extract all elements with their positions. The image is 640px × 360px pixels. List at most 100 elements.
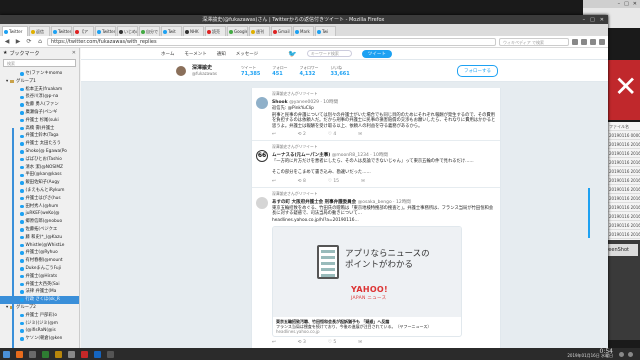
message-icon[interactable]: ✉: [361, 179, 365, 184]
sidebar-icon[interactable]: [581, 38, 587, 45]
nav-messages[interactable]: メッセージ: [236, 51, 258, 57]
folder-icon[interactable]: [55, 350, 62, 358]
file-list-item[interactable]: 20190116 2016X: [608, 221, 640, 230]
nav-home[interactable]: ホーム: [161, 51, 174, 57]
tweet[interactable]: 深澤諭史さんがリツイート Shook @yanee0029 · 10時間 返信先: …: [252, 88, 500, 141]
avatar[interactable]: [256, 97, 268, 109]
bookmark-item[interactable]: 廣瀬倫子(ペンギ: [0, 109, 79, 117]
scrollbar[interactable]: [588, 188, 590, 238]
start-menu-icon[interactable]: [3, 350, 10, 358]
file-list-item[interactable]: 20190116 2016X: [608, 194, 640, 203]
browser-tab[interactable]: Gmail: [271, 26, 292, 36]
twitter-search-input[interactable]: キーワード検索: [306, 50, 352, 57]
retweet-icon[interactable]: ⟲ 2: [298, 132, 306, 137]
reply-icon[interactable]: ↩: [272, 179, 276, 184]
extension-icon[interactable]: [590, 38, 596, 45]
browser-tab[interactable]: いじめの: [117, 26, 138, 36]
tweet[interactable]: 深澤諭史さんがリツイート あすの町 大阪府弁護士会 刑事弁護委員会 @osaka_…: [252, 188, 500, 349]
minimize-icon[interactable]: –: [583, 17, 586, 23]
file-list-item[interactable]: 20190116 2016X: [608, 230, 640, 239]
app-icon[interactable]: [94, 350, 101, 358]
browser-tab[interactable]: 自分で: [139, 26, 160, 36]
link-card[interactable]: アプリならニュースの ポイントがわかる YAHOO! JAPAN ニュース 東京五輪招致…: [272, 226, 462, 337]
profile-stat[interactable]: ツイート 71,385: [241, 65, 260, 77]
firefox-icon[interactable]: [16, 350, 23, 358]
profile-stat[interactable]: フォロー 451: [272, 65, 287, 77]
reply-icon[interactable]: ↩: [272, 340, 276, 345]
message-icon[interactable]: ✉: [358, 340, 362, 345]
maximize-icon[interactable]: □: [624, 1, 629, 7]
file-list-item[interactable]: 20190116 2016X: [608, 149, 640, 158]
browser-tab[interactable]: Twitter: [51, 26, 72, 36]
tweet[interactable]: 深澤諭史さんがリツイート 66 ムーナスる(元ムーパン主事) @moonR8_123…: [252, 141, 500, 188]
bookmark-item[interactable]: セ(ファンキmomo: [0, 70, 79, 78]
browser-tab[interactable]: Twitter: [95, 26, 116, 36]
file-list-item[interactable]: ファイル名: [608, 122, 640, 131]
reload-icon[interactable]: ⟳: [25, 38, 33, 46]
bookmark-folder[interactable]: ▾ グループ1: [0, 78, 79, 86]
browser-tab[interactable]: 読売: [205, 26, 226, 36]
file-list-item[interactable]: 20190116 2016X: [608, 212, 640, 221]
tweet-link[interactable]: headlines.yahoo.co.jp/hl?a=20190116…: [272, 218, 496, 224]
file-list-item[interactable]: 20190116 2016X: [608, 203, 640, 212]
twisty-icon[interactable]: ▾: [6, 304, 8, 312]
maximize-icon[interactable]: □: [590, 17, 595, 23]
avatar[interactable]: 66: [256, 150, 268, 162]
browser-tab[interactable]: Mark: [293, 26, 314, 36]
nav-notifications[interactable]: 通知: [217, 51, 226, 57]
app-icon[interactable]: [81, 350, 88, 358]
menu-icon[interactable]: [599, 38, 605, 45]
back-icon[interactable]: ◀: [3, 38, 11, 46]
close-icon[interactable]: ✕: [600, 17, 604, 23]
browser-tab[interactable]: Twitter: [2, 26, 28, 36]
nav-moments[interactable]: モーメント: [184, 51, 206, 57]
avatar[interactable]: [256, 196, 268, 209]
file-list-item[interactable]: 20190116 2016X: [608, 140, 640, 149]
sidebar-search-input[interactable]: 検索: [3, 59, 76, 67]
app-icon[interactable]: [68, 350, 75, 358]
bookmark-item[interactable]: 長谷川淳(@p-na: [0, 93, 79, 101]
home-icon[interactable]: ⌂: [36, 38, 44, 46]
library-icon[interactable]: [572, 38, 578, 45]
reply-to[interactable]: 返信先: @PinkYuClip: [272, 106, 496, 112]
minimize-icon[interactable]: –: [618, 1, 621, 7]
retweet-icon[interactable]: ⟲ 3: [298, 340, 306, 345]
follow-button[interactable]: フォローする: [457, 64, 498, 77]
sidebar-title[interactable]: ブックマーク: [9, 50, 39, 57]
browser-tab[interactable]: NHK: [183, 26, 204, 36]
tweet-button[interactable]: ツイート: [361, 49, 392, 58]
browser-search-input[interactable]: ウィキペディア で検索: [499, 37, 569, 46]
profile-stat[interactable]: いいね 33,661: [330, 65, 349, 77]
like-icon[interactable]: ♡ 4: [328, 132, 336, 137]
bookmark-item[interactable]: 松本正夫(fruakam: [0, 86, 79, 94]
like-icon[interactable]: ♡ 15: [328, 179, 339, 184]
profile-stat[interactable]: フォロワー 4,132: [299, 65, 318, 77]
browser-tab[interactable]: 返信: [29, 26, 50, 36]
browser-tab[interactable]: Google: [227, 26, 248, 36]
close-icon[interactable]: ✕: [633, 1, 637, 7]
like-icon[interactable]: ♡ 5: [328, 340, 336, 345]
file-list-item[interactable]: 20190116 2016X: [608, 176, 640, 185]
message-icon[interactable]: ✉: [358, 132, 362, 137]
twisty-icon[interactable]: ▾: [6, 78, 8, 86]
address-bar[interactable]: https://twitter.com/fukazawas/with_repli…: [47, 37, 496, 46]
twitter-bird-icon[interactable]: 🐦: [288, 50, 297, 58]
browser-tab[interactable]: 週刊: [249, 26, 270, 36]
terminal-icon[interactable]: [29, 350, 36, 358]
file-list-item[interactable]: 20190116 2016X: [608, 158, 640, 167]
forward-icon[interactable]: ▶: [14, 38, 22, 46]
app-icon[interactable]: [107, 350, 114, 358]
browser-tab[interactable]: Twi: [315, 26, 336, 36]
network-icon[interactable]: [619, 351, 624, 357]
avatar[interactable]: [176, 65, 186, 76]
browser-tab[interactable]: 【ア: [73, 26, 94, 36]
file-list-item[interactable]: 20190116 2016X: [608, 167, 640, 176]
reply-icon[interactable]: ↩: [272, 132, 276, 137]
close-icon[interactable]: ✕: [72, 50, 76, 56]
bookmark-item[interactable]: 佐藤 勇人(ファン: [0, 101, 79, 109]
bookmark-item[interactable]: 弁護士 杉尾(suki: [0, 117, 79, 125]
tweet-author[interactable]: あすの町 大阪府弁護士会 刑事弁護委員会: [272, 200, 356, 205]
browser-tab[interactable]: Twit: [161, 26, 182, 36]
files-icon[interactable]: [42, 350, 49, 358]
volume-icon[interactable]: [628, 351, 633, 357]
